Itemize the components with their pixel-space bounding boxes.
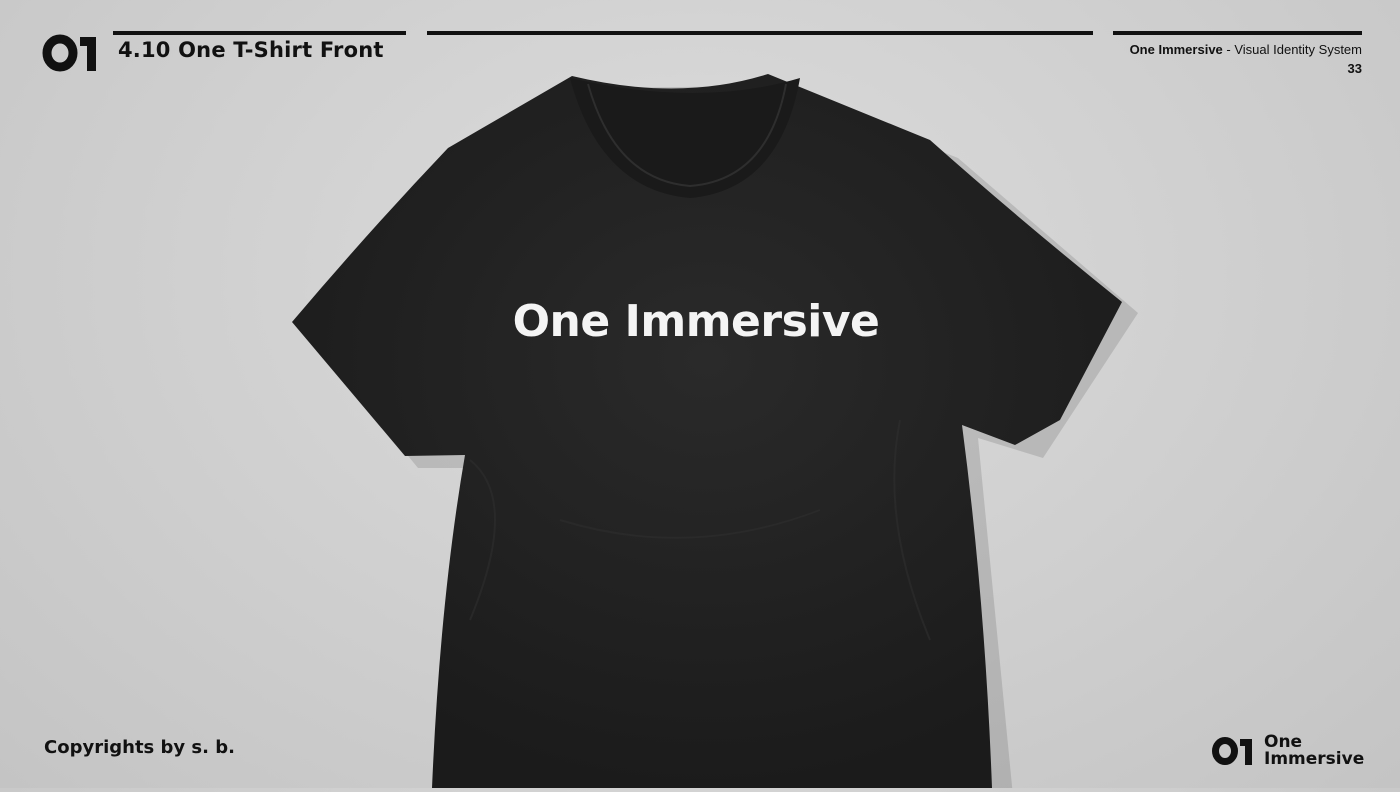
tshirt-mockup: One Immersive <box>0 0 1400 792</box>
slide-title: 4.10 One T-Shirt Front <box>118 38 384 62</box>
footer-logo-wordmark: One Immersive <box>1264 734 1364 768</box>
page-number: 33 <box>1347 61 1362 76</box>
shirt-print-text: One Immersive <box>512 296 880 347</box>
brand-logo-mark <box>42 33 98 77</box>
header-rule-center <box>427 31 1093 35</box>
footer-logo-mark-icon <box>1212 737 1252 765</box>
tshirt-image <box>292 74 1138 792</box>
header-rule-right <box>1113 31 1362 35</box>
brand-name: One Immersive <box>1129 42 1223 57</box>
document-header-info: One Immersive - Visual Identity System 3… <box>1130 40 1362 78</box>
footer-logo-line2: Immersive <box>1264 749 1365 769</box>
header-rule-left <box>113 31 406 35</box>
copyright-text: Copyrights by s. b. <box>44 737 235 758</box>
document-subtitle: - Visual Identity System <box>1222 42 1362 57</box>
footer-logo: One Immersive <box>1212 734 1364 768</box>
